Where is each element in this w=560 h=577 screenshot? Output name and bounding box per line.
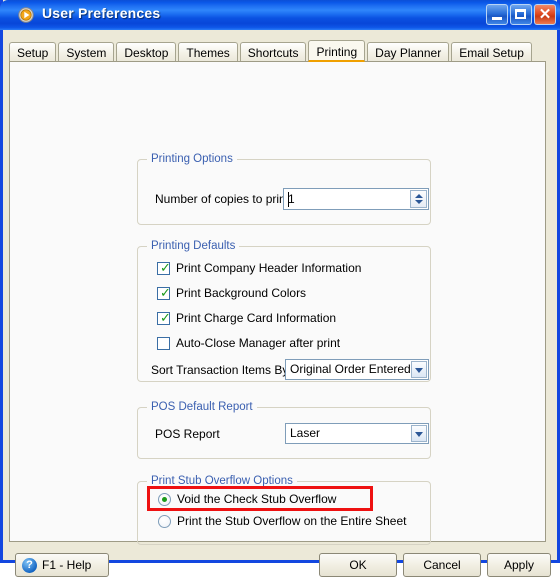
printing-defaults-title: Printing Defaults: [147, 240, 240, 252]
check-icon: ✓: [160, 311, 171, 326]
tab-label: Day Planner: [375, 46, 442, 60]
tab-desktop[interactable]: Desktop: [116, 42, 177, 62]
copies-spinner[interactable]: [410, 190, 427, 208]
close-icon: ✕: [538, 6, 552, 23]
copies-value: 1: [288, 192, 295, 206]
dropdown-button[interactable]: [411, 361, 427, 378]
print-stub-overflow-group: Print Stub Overflow Options: [137, 475, 431, 545]
window-title: User Preferences: [42, 5, 161, 21]
ok-button-label: OK: [349, 558, 367, 572]
maximize-button[interactable]: [510, 4, 532, 25]
check-icon: ✓: [160, 261, 171, 276]
copies-input[interactable]: 1: [283, 188, 429, 210]
checkbox-box[interactable]: ✓: [157, 286, 171, 301]
radio-label: Void the Check Stub Overflow: [177, 492, 337, 506]
checkbox-box[interactable]: ✓: [157, 311, 171, 326]
checkbox-label: Print Company Header Information: [176, 261, 362, 275]
tab-strip: Setup System Desktop Themes Shortcuts Pr…: [9, 40, 534, 62]
radio-circle[interactable]: [158, 493, 171, 506]
user-preferences-dialog: User Preferences ✕ Setup System Desktop …: [0, 0, 560, 577]
printing-options-title: Printing Options: [147, 153, 237, 165]
spinner-down-icon[interactable]: [415, 200, 423, 204]
tab-label: Desktop: [124, 46, 169, 60]
text-caret: [288, 192, 289, 207]
tab-shortcuts[interactable]: Shortcuts: [239, 42, 307, 62]
checkbox-box[interactable]: ✓: [157, 261, 171, 276]
print-stub-overflow-title: Print Stub Overflow Options: [147, 475, 297, 487]
radio-dot: [162, 497, 167, 502]
help-button[interactable]: ? F1 - Help: [15, 553, 109, 577]
check-icon: ✓: [160, 286, 171, 301]
tab-label: Email Setup: [459, 46, 524, 60]
chevron-down-icon: [415, 368, 423, 373]
pos-default-report-title: POS Default Report: [147, 401, 257, 413]
minimize-button[interactable]: [486, 4, 508, 25]
dropdown-value: Laser: [290, 426, 321, 440]
checkbox-box[interactable]: [157, 337, 170, 350]
chevron-down-icon: [415, 432, 423, 437]
sort-transaction-label: Sort Transaction Items By: [151, 363, 289, 377]
apply-button[interactable]: Apply: [487, 553, 551, 577]
tab-label: Shortcuts: [247, 46, 299, 60]
copies-label: Number of copies to print: [155, 192, 290, 206]
apply-button-label: Apply: [503, 558, 535, 572]
radio-circle[interactable]: [158, 515, 171, 528]
dropdown-button[interactable]: [411, 425, 427, 442]
cancel-button-label: Cancel: [423, 558, 461, 572]
tab-label: Setup: [17, 46, 49, 60]
cancel-button[interactable]: Cancel: [403, 553, 481, 577]
spinner-up-icon[interactable]: [415, 194, 423, 198]
printing-tab-panel: Printing Options Number of copies to pri…: [9, 61, 546, 545]
checkbox-label: Print Charge Card Information: [176, 311, 337, 325]
tab-email-setup[interactable]: Email Setup: [451, 42, 532, 62]
dropdown-value: Original Order Entered: [290, 362, 411, 376]
checkbox-label: Auto-Close Manager after print: [176, 336, 341, 350]
maximize-icon: [515, 9, 526, 19]
close-button[interactable]: ✕: [534, 4, 556, 25]
question-mark-icon: ?: [22, 558, 37, 573]
play-circle-icon: [18, 7, 34, 23]
dialog-client-area: Setup System Desktop Themes Shortcuts Pr…: [3, 30, 557, 577]
tab-label: Printing: [316, 45, 358, 59]
tab-printing[interactable]: Printing: [308, 40, 366, 62]
sort-transaction-dropdown[interactable]: Original Order Entered: [285, 359, 429, 380]
tab-day-planner[interactable]: Day Planner: [367, 42, 450, 62]
tab-themes[interactable]: Themes: [178, 42, 238, 62]
radio-label: Print the Stub Overflow on the Entire Sh…: [177, 514, 407, 528]
tab-system[interactable]: System: [58, 42, 115, 62]
tab-label: Themes: [186, 46, 230, 60]
minimize-icon: [492, 17, 502, 20]
pos-report-dropdown[interactable]: Laser: [285, 423, 429, 444]
help-button-label: F1 - Help: [42, 558, 92, 572]
title-bar[interactable]: User Preferences ✕: [0, 0, 560, 30]
tab-label: System: [66, 46, 107, 60]
pos-report-label: POS Report: [155, 427, 220, 441]
checkbox-label: Print Background Colors: [176, 286, 307, 300]
ok-button[interactable]: OK: [319, 553, 397, 577]
tab-setup[interactable]: Setup: [9, 42, 57, 62]
